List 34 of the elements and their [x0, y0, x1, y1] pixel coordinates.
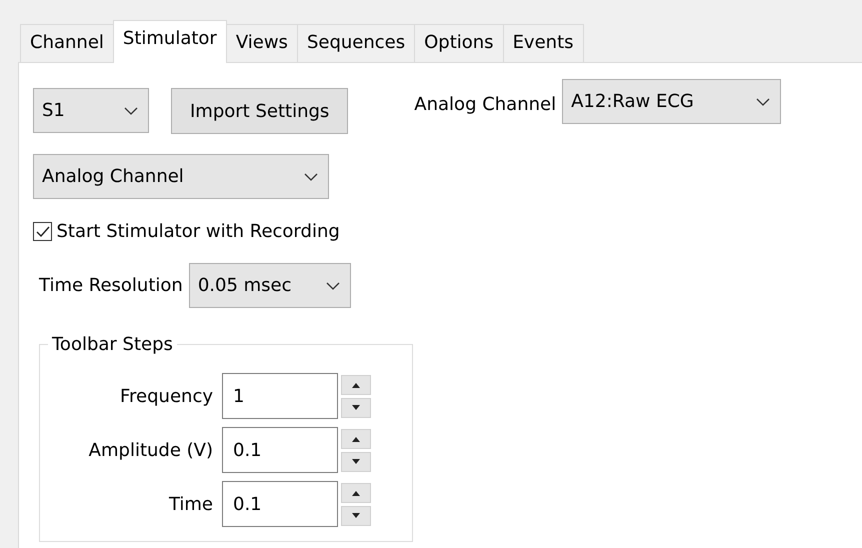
chevron-down-icon — [124, 106, 138, 114]
tab[interactable]: Channel — [20, 24, 114, 62]
tab[interactable]: Stimulator — [112, 20, 227, 63]
source-dropdown[interactable]: Analog Channel — [33, 154, 329, 199]
field-label: Frequency — [119, 384, 214, 408]
spin-down-button[interactable] — [341, 398, 371, 418]
triangle-up-icon — [351, 434, 361, 442]
triangle-down-icon — [351, 458, 361, 466]
time-resolution-dropdown[interactable]: 0.05 msec — [188, 263, 351, 308]
triangle-up-icon — [351, 488, 361, 496]
spin-up-button[interactable] — [341, 482, 371, 502]
spin-up-button[interactable] — [341, 374, 371, 394]
field-label: Amplitude (V) — [88, 438, 214, 462]
input-field[interactable]: 0.1 — [222, 427, 338, 473]
spin-down-button[interactable] — [341, 506, 371, 526]
import-settings-button[interactable]: Import Settings — [171, 88, 348, 134]
field-label: Time — [168, 492, 214, 516]
input-field[interactable]: 1 — [222, 373, 338, 419]
spin-up-button[interactable] — [341, 428, 371, 448]
analog-channel-label: Analog Channel — [414, 93, 556, 117]
stimulator-dropdown[interactable]: S1 — [33, 88, 149, 133]
channel-dropdown[interactable]: A12:Raw ECG — [562, 79, 782, 124]
chevron-down-icon — [326, 282, 340, 290]
triangle-up-icon — [351, 380, 361, 388]
checkbox[interactable] — [33, 222, 52, 241]
triangle-down-icon — [351, 404, 361, 412]
triangle-down-icon — [351, 512, 361, 520]
chevron-down-icon — [756, 98, 770, 106]
checkbox-label: Start Stimulator with Recording — [56, 220, 340, 244]
tab[interactable]: Events — [502, 24, 584, 62]
time-resolution-label: Time Resolution — [39, 274, 183, 298]
spin-down-button[interactable] — [341, 452, 371, 472]
chevron-down-icon — [304, 172, 318, 180]
input-field[interactable]: 0.1 — [222, 481, 338, 527]
